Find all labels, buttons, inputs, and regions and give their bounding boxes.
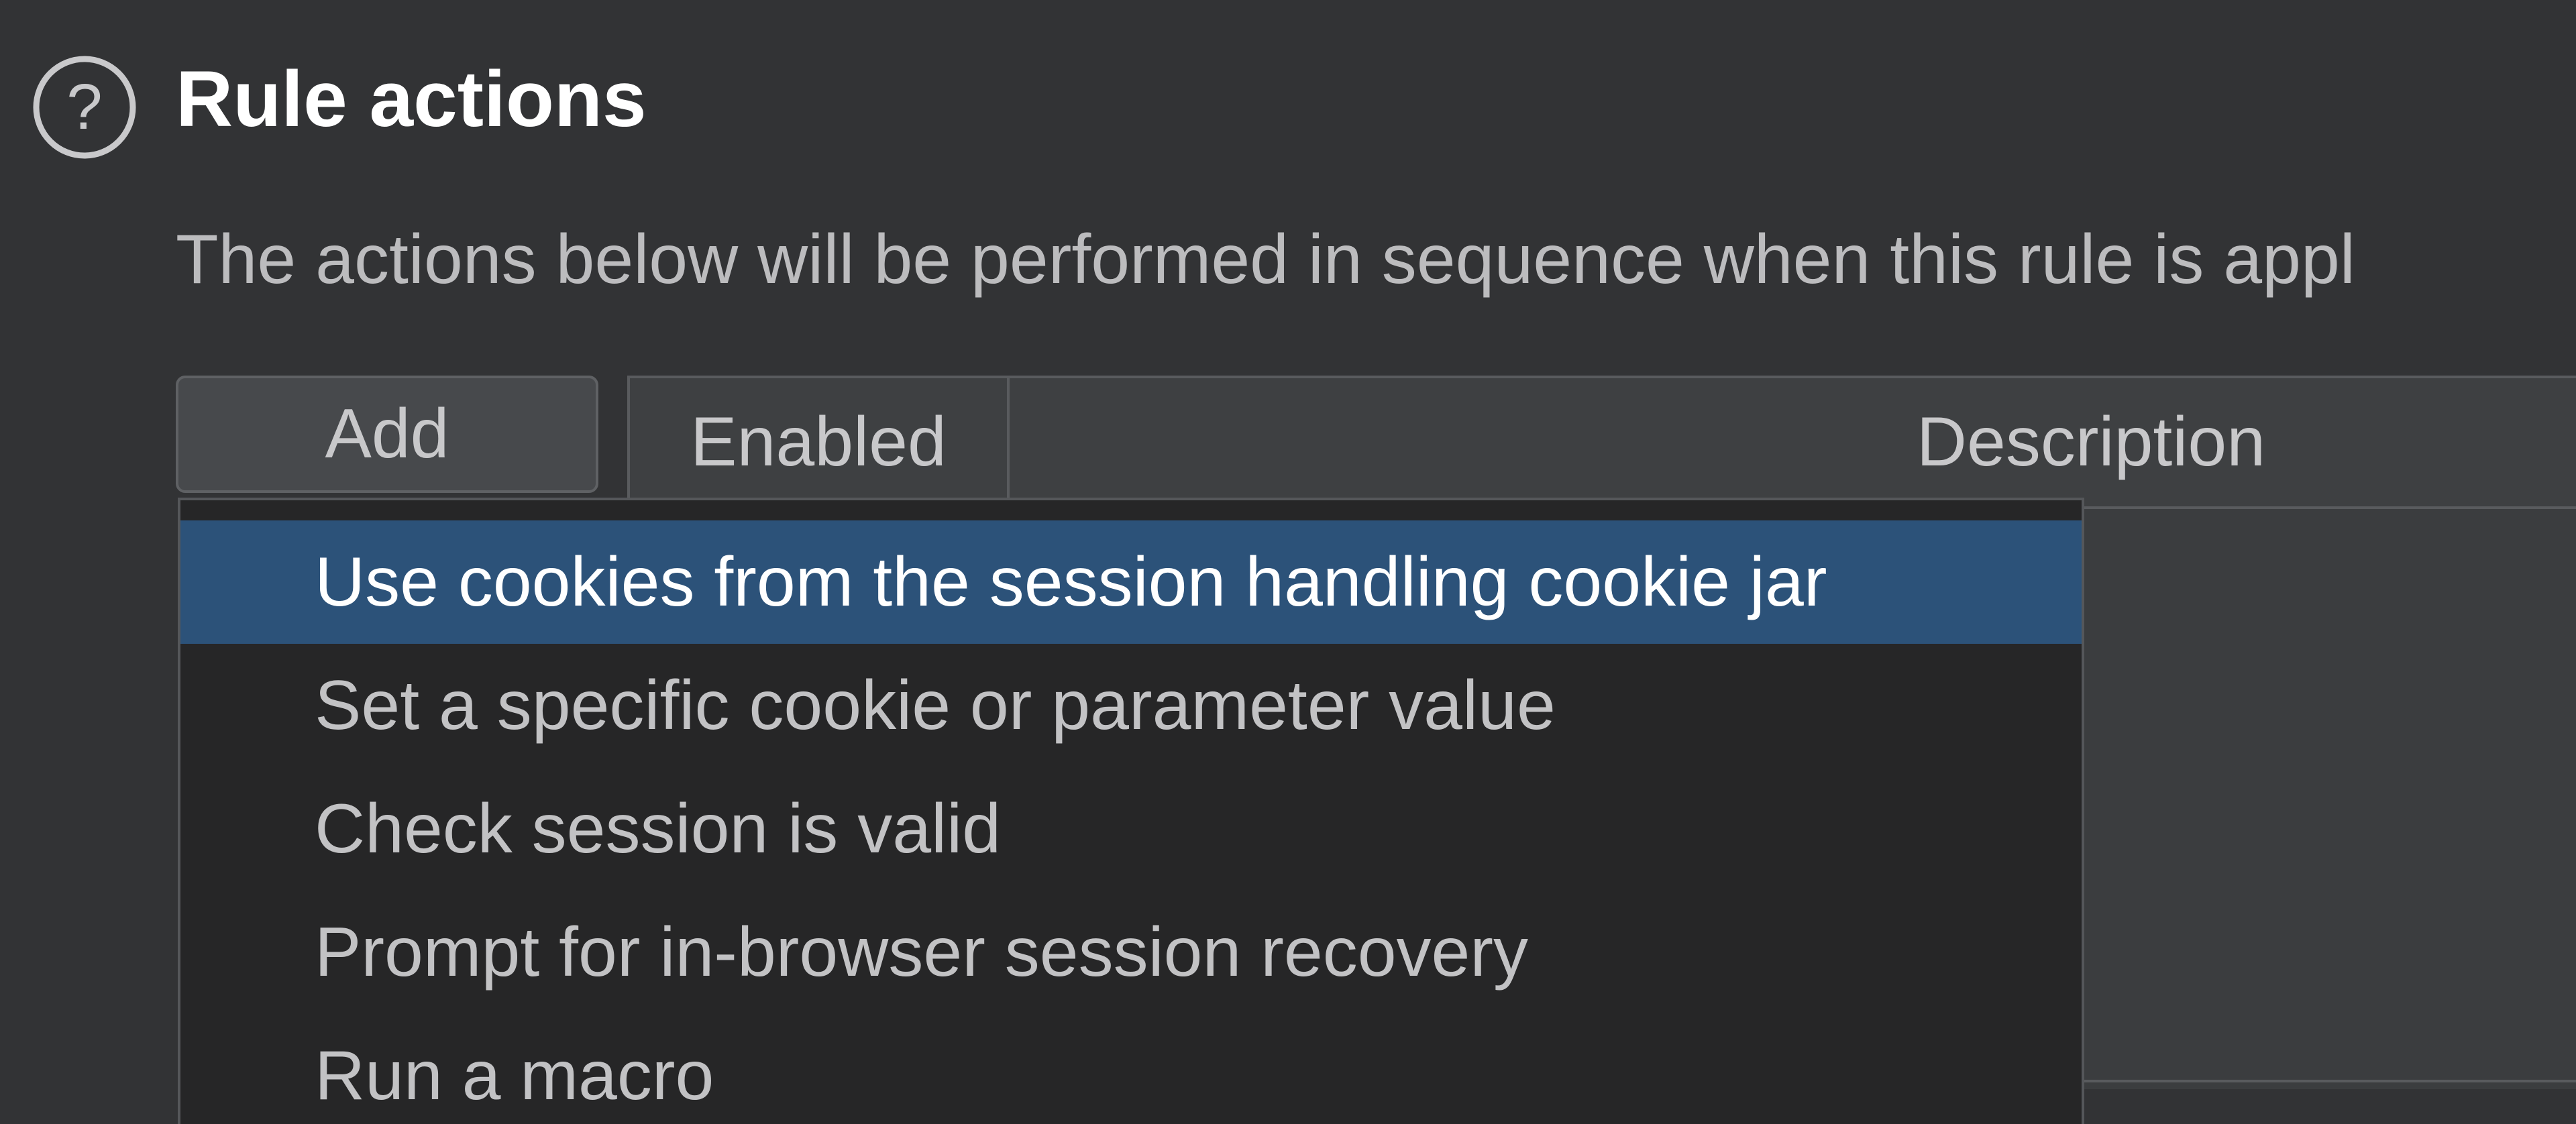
help-icon[interactable]: ? [31,54,138,161]
rule-actions-panel: ? Rule actions The actions below will be… [0,0,2576,1124]
section-title: Rule actions [176,55,647,144]
menu-item-check-session[interactable]: Check session is valid [180,767,2082,891]
add-action-menu: Use cookies from the session handling co… [178,498,2084,1124]
column-header-enabled[interactable]: Enabled [630,378,1010,506]
section-description: The actions below will be performed in s… [176,221,2355,298]
menu-item-use-cookies[interactable]: Use cookies from the session handling co… [180,520,2082,644]
table-header: Enabled Description [630,378,2576,509]
menu-item-run-macro[interactable]: Run a macro [180,1014,2082,1124]
menu-item-prompt-recovery[interactable]: Prompt for in-browser session recovery [180,891,2082,1014]
menu-item-set-cookie-value[interactable]: Set a specific cookie or parameter value [180,644,2082,767]
divider [2080,1080,2576,1082]
column-header-description[interactable]: Description [1010,378,2576,506]
svg-text:?: ? [66,71,102,143]
add-button[interactable]: Add [176,376,598,493]
